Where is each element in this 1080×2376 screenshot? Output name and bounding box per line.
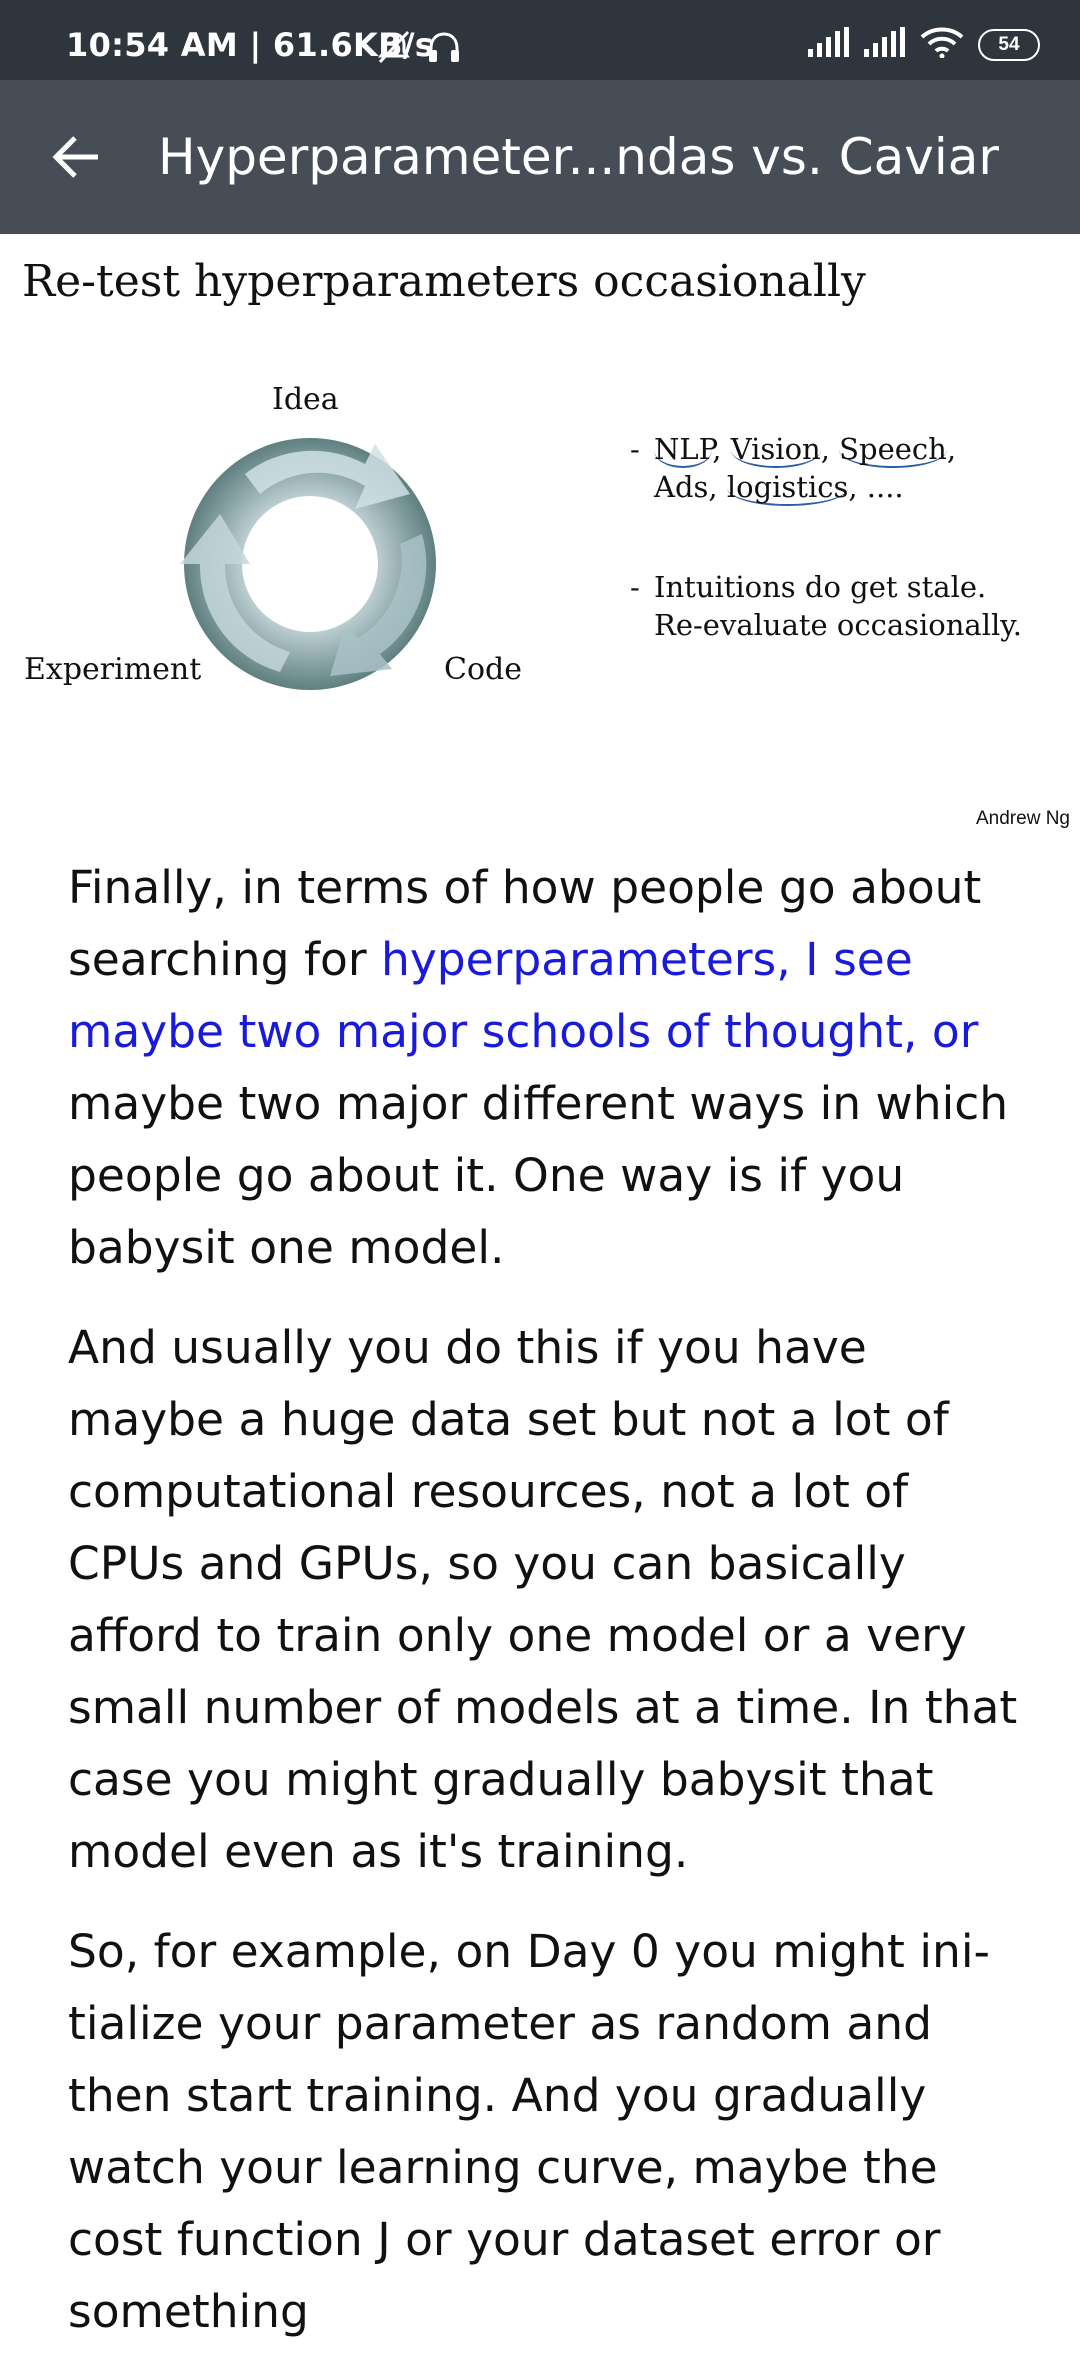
slide-bullet-intuitions: - Intuitions do get stale. Re-evaluate o… bbox=[630, 570, 1023, 642]
cycle-label-experiment: Experiment bbox=[24, 652, 202, 687]
app-bar: Hyperparameter...ndas vs. Caviar bbox=[0, 80, 1080, 234]
arrow-back-icon bbox=[44, 136, 110, 194]
status-bar: 10:54 AM | 61.6KB/s 54 bbox=[0, 0, 1080, 80]
cycle-diagram bbox=[160, 414, 460, 719]
page-title: Hyperparameter...ndas vs. Caviar bbox=[158, 128, 999, 186]
mute-alarm-icon bbox=[376, 30, 412, 69]
cycle-label-code: Code bbox=[444, 652, 522, 687]
transcript: Finally, in terms of how people go about… bbox=[68, 852, 1018, 2376]
signal-icon bbox=[864, 27, 906, 62]
signal-icon bbox=[808, 27, 850, 62]
transcript-paragraph: Finally, in terms of how people go about… bbox=[68, 861, 1009, 1274]
transcript-paragraph[interactable]: And usually you do this if you have mayb… bbox=[68, 1312, 1018, 1888]
back-button[interactable] bbox=[44, 124, 110, 190]
transcript-paragraph[interactable]: So, for example, on Day 0 you might ini­… bbox=[68, 1916, 1018, 2348]
lecture-slide: Re-test hyperparameters occasionally Ide… bbox=[0, 234, 1080, 834]
slide-credit: Andrew Ng bbox=[976, 808, 1070, 829]
cycle-label-idea: Idea bbox=[272, 382, 339, 417]
headset-icon bbox=[426, 30, 462, 69]
slide-title: Re-test hyperparameters occasionally bbox=[22, 256, 866, 307]
wifi-icon bbox=[920, 26, 964, 63]
slide-bullet-domains: - NLP, Vision, Speech, Ads, logistics, .… bbox=[630, 432, 957, 506]
battery-icon: 54 bbox=[978, 28, 1040, 61]
